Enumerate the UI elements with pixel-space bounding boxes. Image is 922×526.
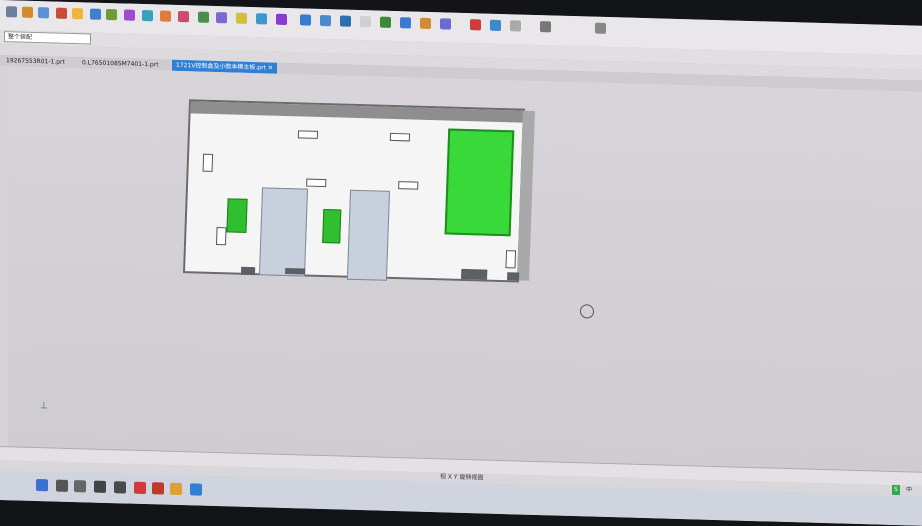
tool-icon[interactable]	[470, 19, 481, 31]
view-icon[interactable]	[300, 14, 311, 26]
app-icon[interactable]	[190, 483, 202, 496]
db-connector	[461, 268, 488, 280]
rotate-cursor-icon	[580, 304, 594, 319]
monitor-screen: 整个装配 19267553R01-1.prt 0.L7650108SM7401-…	[0, 0, 922, 526]
view-icon[interactable]	[420, 17, 431, 30]
open-icon[interactable]	[22, 6, 33, 18]
tool-icon[interactable]	[142, 9, 153, 22]
task-view-icon[interactable]	[74, 480, 86, 493]
enclosure-model[interactable]	[182, 99, 535, 283]
pcb-green-small[interactable]	[226, 198, 248, 233]
tool-icon[interactable]	[595, 22, 606, 34]
tab-label: 1721V控制盒及小款本模主板.prt	[176, 61, 266, 72]
save-icon[interactable]	[38, 7, 49, 19]
tool-icon[interactable]	[236, 12, 247, 24]
app-icon[interactable]	[152, 482, 164, 495]
tool-icon[interactable]	[510, 20, 521, 32]
view-icon[interactable]	[400, 17, 411, 29]
tool-icon[interactable]	[490, 19, 501, 31]
tool-icon[interactable]	[276, 13, 287, 26]
connector	[507, 272, 520, 281]
mount-slot	[306, 178, 327, 188]
view-icon[interactable]	[360, 16, 371, 28]
pcb-grey-board[interactable]	[258, 187, 309, 277]
pcb-grey-board[interactable]	[346, 189, 391, 281]
view-icon[interactable]	[320, 14, 331, 27]
view-icon[interactable]	[340, 15, 351, 27]
tool-icon[interactable]	[216, 12, 227, 24]
tab-label: 19267553R01-1.prt	[6, 57, 65, 66]
mount-slot	[389, 132, 411, 142]
ime-lang[interactable]: 中	[906, 485, 912, 495]
view-icon[interactable]	[440, 18, 451, 30]
delete-icon[interactable]	[56, 7, 67, 19]
app-icon[interactable]	[94, 480, 106, 493]
tool-icon[interactable]	[124, 9, 135, 21]
mount-slot	[398, 181, 419, 190]
selection-filter-label: 整个装配	[8, 33, 33, 41]
tool-icon[interactable]	[256, 13, 267, 25]
tool-icon[interactable]	[106, 8, 117, 21]
app-icon[interactable]	[6, 6, 17, 18]
selection-filter-select[interactable]: 整个装配	[4, 31, 91, 45]
tab-label: 0.L7650108SM7401-1.prt	[82, 59, 159, 69]
connector	[285, 267, 306, 275]
tool-icon[interactable]	[178, 10, 189, 23]
mount-slot	[297, 130, 319, 139]
pcb-green-large[interactable]	[444, 128, 515, 237]
ime-icon[interactable]: S	[892, 484, 900, 496]
folder-icon[interactable]	[170, 482, 182, 496]
csys-triad-icon: ⊥	[40, 401, 48, 412]
tool-icon[interactable]	[160, 10, 171, 22]
app-icon[interactable]	[114, 481, 126, 494]
view-icon[interactable]	[380, 16, 391, 28]
app-icon[interactable]	[134, 481, 146, 495]
tool-icon[interactable]	[198, 11, 209, 23]
pcb-green-small[interactable]	[322, 209, 342, 244]
connector	[240, 266, 256, 276]
tool-icon[interactable]	[540, 21, 551, 33]
start-icon[interactable]	[36, 479, 48, 492]
search-icon[interactable]	[56, 479, 68, 492]
mount-slot	[505, 250, 517, 269]
tool-icon[interactable]	[72, 8, 83, 20]
mount-slot	[215, 227, 227, 246]
mount-slot	[202, 153, 214, 172]
tool-icon[interactable]	[90, 8, 101, 20]
